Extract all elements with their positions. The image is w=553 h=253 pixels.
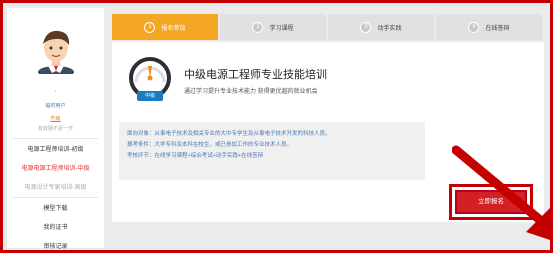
step-number: 4	[468, 21, 480, 33]
step-defense: 4 在线答辩	[436, 14, 542, 40]
step-label: 学习课程	[269, 25, 294, 32]
course-subtitle: 通过学习提升专业技术能力 获得更优越的就业机会	[184, 89, 318, 95]
step-number: 2	[252, 21, 264, 33]
level-badge: 中级	[137, 91, 163, 101]
username[interactable]: 临时用户	[7, 102, 104, 109]
info-assessment: 考核环节：在线学习课程+综合考试+动手实践+在线答辩	[127, 153, 264, 159]
course-title: 中级电源工程师专业技能培训	[184, 69, 327, 81]
step-number: 3	[360, 21, 372, 33]
signup-button[interactable]: 立即报名	[455, 190, 527, 214]
step-number: 1	[144, 21, 156, 33]
info-requirements: 报考条件：大学专科及本科在校生，或已参加工作的专业技术人员。	[127, 142, 293, 148]
step-label: 动手实践	[377, 25, 402, 32]
course-info-box: 面向对象：从事电子技术及相关专业的大中专学生及从事电子技术开发的科技人员。 报考…	[119, 122, 425, 180]
upgrade-link[interactable]: 升级	[7, 115, 104, 122]
step-signup: 1 报名参加	[112, 14, 218, 40]
step-label: 报名参加	[161, 25, 186, 32]
sidebar-item-intermediate-training[interactable]: 电源电源工程师培训-中级	[7, 163, 104, 172]
step-study: 2 学习课程	[220, 14, 326, 40]
step-label: 在线答辩	[485, 25, 510, 32]
sidebar-item-review-records[interactable]: 审核记录	[7, 241, 104, 250]
sidebar-item-advanced-training[interactable]: 电源设计专家培训-高级	[7, 182, 104, 191]
step-practice: 3 动手实践	[328, 14, 434, 40]
avatar-icon	[38, 30, 74, 74]
sidebar-item-primary-training[interactable]: 电源工程师培训-初级	[7, 144, 104, 153]
sidebar-item-model-download[interactable]: 模型下载	[7, 203, 104, 212]
sidebar-divider	[13, 138, 98, 139]
info-target-audience: 面向对象：从事电子技术及相关专业的大中专学生及从事电子技术开发的科技人员。	[127, 131, 331, 137]
validity-note: 有效期不足一天	[37, 126, 73, 132]
progress-steps: 1 报名参加 2 学习课程 3 动手实践 4 在线答辩	[112, 14, 544, 40]
course-card: 中级 中级电源工程师专业技能培训 通过学习提升专业技术能力 获得更优越的就业机会…	[112, 42, 553, 241]
sidebar-divider	[13, 197, 98, 198]
sidebar-item-certificates[interactable]: 我的证书	[7, 222, 104, 231]
sidebar: • 临时用户 升级 有效期不足一天 电源工程师培训-初级 电源电源工程师培训-中…	[7, 8, 104, 250]
status-dot: •	[54, 89, 57, 95]
